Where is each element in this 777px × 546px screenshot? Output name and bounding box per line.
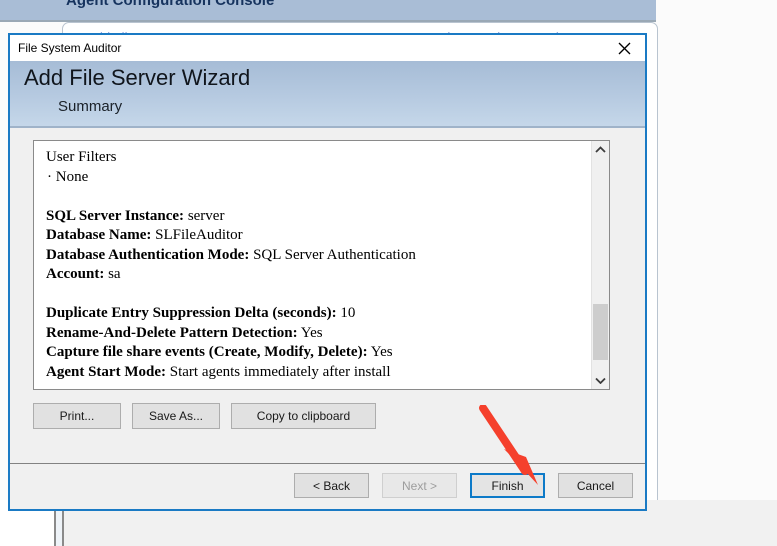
dialog-window-title: File System Auditor [18,41,122,55]
summary-scrollbar[interactable] [591,141,609,389]
summary-line-label: Duplicate Entry Suppression Delta (secon… [46,305,337,321]
print-button[interactable]: Print... [33,403,121,429]
summary-line [46,285,587,305]
background-console-titlebar: Agent Configuration Console [0,0,656,20]
save-as-button[interactable]: Save As... [132,403,220,429]
scroll-thumb[interactable] [593,304,608,360]
copy-to-clipboard-button[interactable]: Copy to clipboard [231,403,376,429]
summary-content: User Filters · None SQL Server Instance: s… [46,148,587,382]
summary-line: SQL Server Instance: server [46,207,587,227]
summary-line: · None [47,168,89,185]
next-button: Next > [382,473,457,498]
summary-line-value: SLFileAuditor [151,227,243,243]
cancel-button[interactable]: Cancel [558,473,633,498]
dialog-body: User Filters · None SQL Server Instance: s… [10,128,645,465]
screen: Agent Configuration Console Add File Ser… [0,0,777,546]
summary-action-buttons: Print... Save As... Copy to clipboard [33,403,376,429]
summary-scroll-viewport: User Filters · None SQL Server Instance: s… [34,141,591,389]
chevron-up-icon [595,146,606,153]
summary-line: Database Name: SLFileAuditor [46,226,587,246]
wizard-step-subtitle: Summary [58,98,123,115]
wizard-title: Add File Server Wizard [24,65,251,90]
summary-line-value: Yes [367,344,393,360]
back-button[interactable]: < Back [294,473,369,498]
summary-textbox[interactable]: User Filters · None SQL Server Instance: s… [33,140,610,390]
summary-line: Agent Start Mode: Start agents immediate… [46,363,587,383]
finish-button[interactable]: Finish [470,473,545,498]
summary-line-label: SQL Server Instance: [46,207,185,224]
chevron-down-icon [595,377,606,384]
summary-line: Database Authentication Mode: SQL Server… [46,246,587,266]
add-file-server-wizard-dialog: File System Auditor Add File Server Wiza… [8,33,647,511]
dialog-footer: < Back Next > Finish Cancel [10,463,645,509]
summary-line: Rename-And-Delete Pattern Detection: Yes [46,324,587,344]
summary-line-value: SQL Server Authentication [249,246,416,263]
scroll-down-button[interactable] [592,372,609,389]
scroll-track[interactable] [592,158,609,372]
summary-line-value: 10 [336,305,356,321]
summary-line [46,187,587,207]
wizard-banner: Add File Server Wizard Summary [10,61,645,128]
summary-line-label: Database Authentication Mode: [46,246,250,263]
summary-line-label: Agent Start Mode: [46,363,166,380]
summary-line-value: Start agents immediately after install [165,363,391,380]
summary-line-label: Rename-And-Delete Pattern Detection: [46,324,298,341]
summary-line: User Filters [46,149,117,165]
summary-line: Account: sa [46,265,587,285]
summary-line-value: Yes [297,324,323,341]
summary-line: Duplicate Entry Suppression Delta (secon… [46,304,587,324]
summary-line-value: sa [104,266,121,282]
background-console-title: Agent Configuration Console [66,0,275,9]
wizard-navigation: < Back Next > Finish Cancel [294,473,633,498]
summary-line: Capture file share events (Create, Modif… [46,343,587,363]
summary-line-label: Capture file share events (Create, Modif… [46,344,368,360]
summary-line-value: server [184,207,225,224]
dialog-titlebar: File System Auditor [10,35,645,61]
close-button[interactable] [603,35,645,61]
close-icon [618,42,630,54]
summary-line-label: Account: [46,266,105,282]
summary-line-label: Database Name: [46,227,152,243]
scroll-up-button[interactable] [592,141,609,158]
